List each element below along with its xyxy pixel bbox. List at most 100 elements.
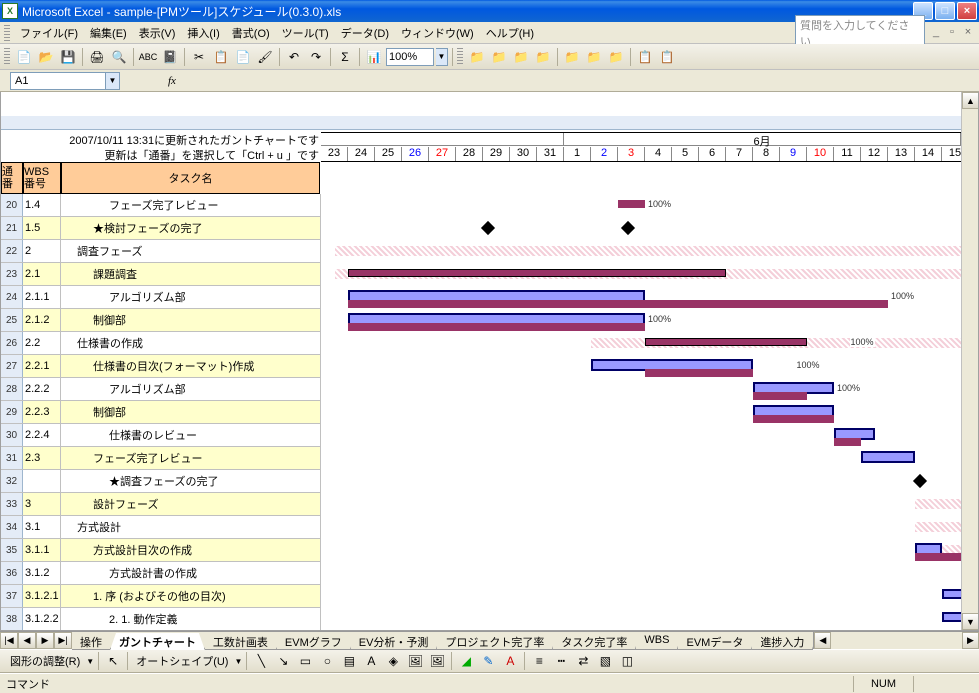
wbs-cell[interactable]: 2.1 bbox=[23, 263, 61, 285]
mdi-close-button[interactable]: × bbox=[961, 26, 975, 40]
menu-item[interactable]: ツール(T) bbox=[276, 23, 335, 43]
wbs-cell[interactable]: 3.1 bbox=[23, 516, 61, 538]
shadow-button[interactable]: ▧ bbox=[595, 651, 615, 671]
chart-button[interactable]: 📊 bbox=[364, 47, 384, 67]
wbs-cell[interactable]: 2 bbox=[23, 240, 61, 262]
scroll-left-button[interactable]: ◀ bbox=[814, 632, 831, 649]
row-number[interactable]: 36 bbox=[1, 562, 23, 584]
name-box-dropdown[interactable]: ▼ bbox=[106, 72, 120, 90]
zoom-input[interactable]: 100% bbox=[386, 48, 434, 66]
task-cell[interactable]: アルゴリズム部 bbox=[61, 378, 321, 400]
menu-item[interactable]: 挿入(I) bbox=[181, 23, 225, 43]
wbs-cell[interactable]: 3.1.1 bbox=[23, 539, 61, 561]
task-cell[interactable]: 方式設計書の作成 bbox=[61, 562, 321, 584]
select-objects-button[interactable]: ↖ bbox=[103, 651, 123, 671]
format-painter-button[interactable]: 🖌 bbox=[255, 47, 275, 67]
line-style-button[interactable]: ≡ bbox=[529, 651, 549, 671]
table-row[interactable]: 363.1.2方式設計書の作成 bbox=[1, 562, 321, 585]
wbs-cell[interactable]: 3.1.2.2 bbox=[23, 608, 61, 630]
table-row[interactable]: 353.1.1方式設計目次の作成 bbox=[1, 539, 321, 562]
row-number[interactable]: 22 bbox=[1, 240, 23, 262]
table-row[interactable]: 333設計フェーズ bbox=[1, 493, 321, 516]
sheet-tab[interactable]: 操作 bbox=[72, 633, 111, 650]
folder-button[interactable]: 📁 bbox=[533, 47, 553, 67]
row-number[interactable]: 21 bbox=[1, 217, 23, 239]
line-button[interactable]: ╲ bbox=[251, 651, 271, 671]
row-number[interactable]: 20 bbox=[1, 194, 23, 216]
table-row[interactable]: 282.2.2アルゴリズム部 bbox=[1, 378, 321, 401]
fill-color-button[interactable]: ◢ bbox=[456, 651, 476, 671]
task-cell[interactable]: 仕様書の目次(フォーマット)作成 bbox=[61, 355, 321, 377]
sheet-tab[interactable]: EVMデータ bbox=[677, 633, 752, 650]
menu-item[interactable]: データ(D) bbox=[335, 23, 395, 43]
grid-left-pane[interactable]: 2007/10/11 13:31に更新されたガントチャートです 更新は「通番」を… bbox=[1, 92, 321, 630]
scroll-up-button[interactable]: ▲ bbox=[962, 92, 979, 109]
copy-button[interactable]: 📋 bbox=[635, 47, 655, 67]
arrow-style-button[interactable]: ⇄ bbox=[573, 651, 593, 671]
row-number[interactable]: 27 bbox=[1, 355, 23, 377]
table-row[interactable]: 211.5★検討フェーズの完了 bbox=[1, 217, 321, 240]
picture-button[interactable]: 🖼 bbox=[427, 651, 447, 671]
task-cell[interactable]: 2. 1. 動作定義 bbox=[61, 608, 321, 630]
sheet-tab[interactable]: 工数計画表 bbox=[204, 633, 277, 650]
cut-button[interactable]: ✂ bbox=[189, 47, 209, 67]
tab-last-button[interactable]: ▶| bbox=[54, 632, 72, 649]
clipart-button[interactable]: 🖼 bbox=[405, 651, 425, 671]
menu-item[interactable]: 編集(E) bbox=[84, 23, 133, 43]
menu-item[interactable]: ヘルプ(H) bbox=[480, 23, 540, 43]
row-number[interactable]: 31 bbox=[1, 447, 23, 469]
sheet-tab[interactable]: EVMグラフ bbox=[276, 633, 351, 650]
row-number[interactable]: 32 bbox=[1, 470, 23, 492]
paste-button[interactable]: 📄 bbox=[233, 47, 253, 67]
save-button[interactable]: 💾 bbox=[58, 47, 78, 67]
task-cell[interactable]: 仕様書の作成 bbox=[61, 332, 321, 354]
table-row[interactable]: 242.1.1アルゴリズム部 bbox=[1, 286, 321, 309]
task-cell[interactable]: ★調査フェーズの完了 bbox=[61, 470, 321, 492]
gantt-pane[interactable]: 6月 2324252627282930311234567891011121314… bbox=[321, 92, 961, 630]
name-box[interactable]: A1 bbox=[10, 72, 106, 90]
dash-style-button[interactable]: ┅ bbox=[551, 651, 571, 671]
copy-button[interactable]: 📋 bbox=[211, 47, 231, 67]
wbs-cell[interactable] bbox=[23, 470, 61, 492]
task-cell[interactable]: 方式設計目次の作成 bbox=[61, 539, 321, 561]
sheet-tab[interactable]: ガントチャート bbox=[110, 633, 205, 650]
wbs-cell[interactable]: 3 bbox=[23, 493, 61, 515]
folder-button[interactable]: 📁 bbox=[584, 47, 604, 67]
wbs-cell[interactable]: 2.3 bbox=[23, 447, 61, 469]
menu-item[interactable]: ファイル(F) bbox=[14, 23, 84, 43]
autosum-button[interactable]: Σ bbox=[335, 47, 355, 67]
task-cell[interactable]: 制御部 bbox=[61, 309, 321, 331]
menu-item[interactable]: 表示(V) bbox=[133, 23, 182, 43]
task-cell[interactable]: 仕様書のレビュー bbox=[61, 424, 321, 446]
folder-button[interactable]: 📁 bbox=[511, 47, 531, 67]
row-number[interactable]: 35 bbox=[1, 539, 23, 561]
table-row[interactable]: 252.1.2制御部 bbox=[1, 309, 321, 332]
wordart-button[interactable]: A bbox=[361, 651, 381, 671]
wbs-cell[interactable]: 2.2.3 bbox=[23, 401, 61, 423]
wbs-cell[interactable]: 2.1.2 bbox=[23, 309, 61, 331]
scroll-right-button[interactable]: ▶ bbox=[962, 632, 979, 649]
folder-button[interactable]: 📁 bbox=[562, 47, 582, 67]
task-cell[interactable]: 方式設計 bbox=[61, 516, 321, 538]
wbs-cell[interactable]: 3.1.2.1 bbox=[23, 585, 61, 607]
tab-prev-button[interactable]: ◀ bbox=[18, 632, 36, 649]
task-cell[interactable]: 課題調査 bbox=[61, 263, 321, 285]
wbs-cell[interactable]: 1.5 bbox=[23, 217, 61, 239]
sheet-tab[interactable]: EV分析・予測 bbox=[350, 633, 438, 650]
oval-button[interactable]: ○ bbox=[317, 651, 337, 671]
print-button[interactable]: 🖨 bbox=[87, 47, 107, 67]
fx-label[interactable]: fx bbox=[168, 75, 176, 87]
row-number[interactable]: 28 bbox=[1, 378, 23, 400]
table-row[interactable]: 383.1.2.22. 1. 動作定義 bbox=[1, 608, 321, 631]
zoom-dropdown[interactable]: ▼ bbox=[436, 48, 448, 66]
row-number[interactable]: 38 bbox=[1, 608, 23, 630]
folder-button[interactable]: 📁 bbox=[489, 47, 509, 67]
diagram-button[interactable]: ◈ bbox=[383, 651, 403, 671]
row-number[interactable]: 37 bbox=[1, 585, 23, 607]
mdi-minimize-button[interactable]: _ bbox=[929, 26, 943, 40]
tab-first-button[interactable]: |◀ bbox=[0, 632, 18, 649]
draw-menu[interactable]: 図形の調整(R) bbox=[6, 653, 84, 669]
open-button[interactable]: 📂 bbox=[36, 47, 56, 67]
wbs-cell[interactable]: 1.4 bbox=[23, 194, 61, 216]
scroll-down-button[interactable]: ▼ bbox=[962, 613, 979, 630]
